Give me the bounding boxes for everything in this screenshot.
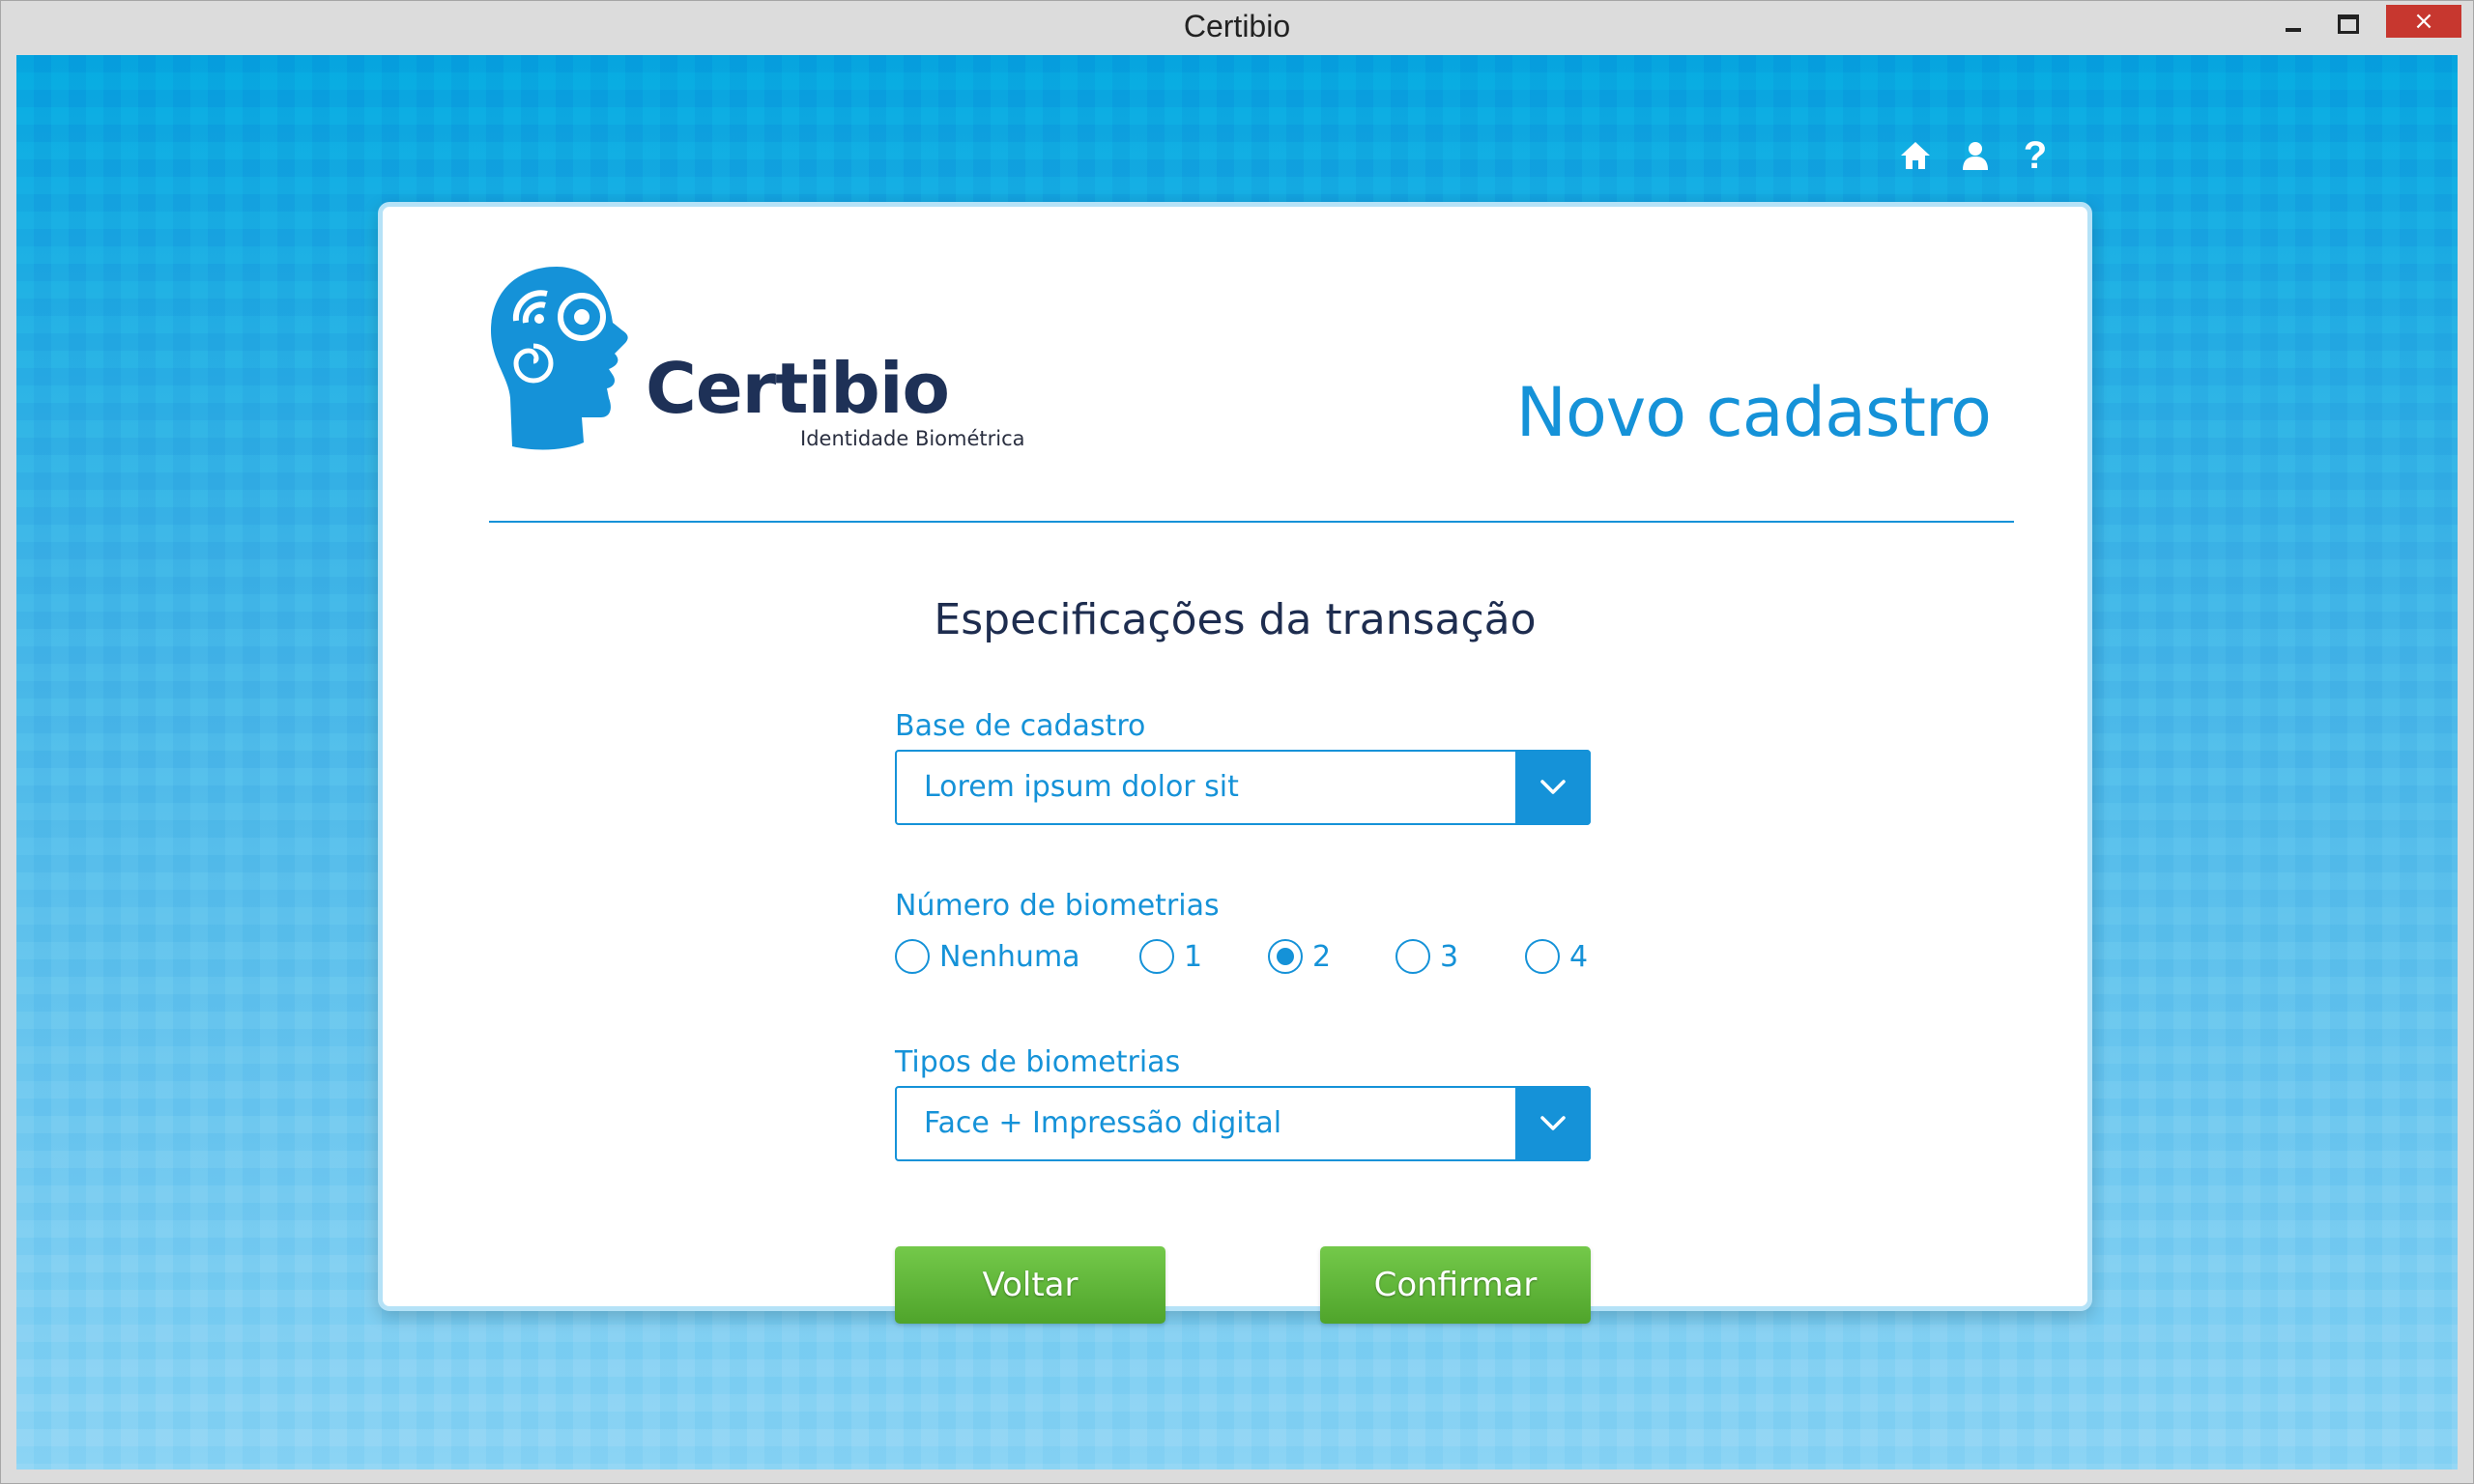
help-icon: ? [2023,134,2048,177]
tipos-biometrias-select[interactable]: Face + Impressão digital [895,1086,1591,1161]
radio-selected-dot [1277,948,1294,965]
radio-1[interactable]: 1 [1139,939,1202,974]
home-button[interactable] [1898,138,1933,173]
radio-4[interactable]: 4 [1525,939,1588,974]
radio-label: 3 [1440,939,1459,974]
radio-label: 4 [1569,939,1589,974]
radio-label: 2 [1312,939,1332,974]
app-background: ? Certibio Identidade Biométrica Novo ca… [16,55,2458,1470]
main-card: Certibio Identidade Biométrica Novo cada… [378,202,2092,1324]
head-logo-icon [491,267,628,450]
tipos-biometrias-label: Tipos de biometrias [895,1045,1181,1079]
logo-subtitle: Identidade Biométrica [800,427,1025,450]
title-bar[interactable]: Certibio × [1,1,2473,55]
top-nav: ? [1898,134,2053,177]
help-button[interactable]: ? [2018,134,2053,177]
chevron-down-icon [1540,780,1566,794]
radio-label: Nenhuma [939,939,1080,974]
numero-biometrias-group: Nenhuma 1 2 3 4 [895,939,1595,985]
certibio-logo: Certibio Identidade Biométrica [489,263,1069,456]
tipos-biometrias-value: Face + Impressão digital [924,1106,1282,1140]
radio-nenhuma[interactable]: Nenhuma [895,939,1080,974]
chevron-down-icon [1540,1116,1566,1130]
numero-biometrias-label: Número de biometrias [895,889,1220,923]
page-title: Novo cadastro [1515,373,1992,452]
back-button[interactable]: Voltar [895,1246,1165,1324]
app-window: Certibio × ? Certibio Identidade Biométr… [0,0,2474,1484]
minimize-icon [2286,28,2301,32]
section-title: Especificações da transação [934,595,1537,644]
logo-name: Certibio [646,348,950,429]
home-icon [1901,142,1930,169]
tipos-biometrias-dropdown-button[interactable] [1515,1086,1591,1161]
user-icon [1963,142,1988,170]
header-divider [489,521,2014,523]
maximize-icon [2338,14,2359,34]
confirm-button[interactable]: Confirmar [1320,1246,1591,1324]
radio-circle [1139,939,1174,974]
radio-circle [895,939,930,974]
window-title: Certibio [1183,9,1291,43]
radio-circle [1525,939,1560,974]
radio-circle-selected [1268,939,1303,974]
minimize-button[interactable] [2267,7,2319,42]
radio-2[interactable]: 2 [1268,939,1331,974]
user-button[interactable] [1958,138,1993,173]
base-cadastro-value: Lorem ipsum dolor sit [924,770,1239,804]
radio-label: 1 [1184,939,1203,974]
base-cadastro-dropdown-button[interactable] [1515,750,1591,825]
radio-3[interactable]: 3 [1395,939,1458,974]
maximize-button[interactable] [2322,7,2374,42]
close-button[interactable]: × [2386,5,2461,38]
base-cadastro-label: Base de cadastro [895,709,1146,743]
close-icon: × [2413,7,2434,36]
radio-circle [1395,939,1430,974]
base-cadastro-select[interactable]: Lorem ipsum dolor sit [895,750,1591,825]
